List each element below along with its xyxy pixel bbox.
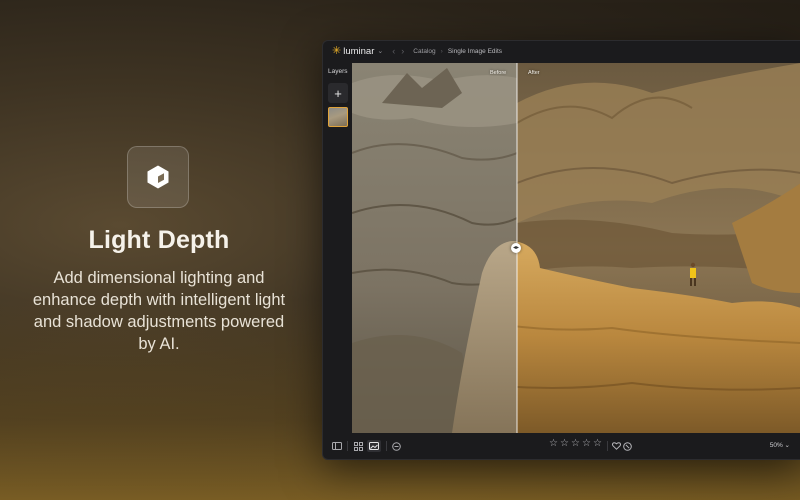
single-view-icon <box>369 442 379 450</box>
chevron-down-icon: ⌄ <box>377 48 384 55</box>
forward-arrow-icon[interactable]: › <box>401 46 404 56</box>
reject-icon <box>622 441 632 451</box>
after-label: After <box>528 70 540 76</box>
breadcrumb-current[interactable]: Single Image Edits <box>448 48 502 55</box>
sidebar-toggle-button[interactable] <box>331 440 343 452</box>
split-handle[interactable]: ◂▸ <box>511 243 521 253</box>
chevron-down-icon: ⌄ <box>784 442 790 449</box>
breadcrumb-separator: › <box>440 47 443 55</box>
heart-icon <box>611 442 621 450</box>
zoom-level: 50% <box>769 442 783 449</box>
star-icon[interactable]: ☆ <box>560 439 569 449</box>
depth-cube-icon <box>147 165 169 189</box>
star-icon[interactable]: ☆ <box>549 439 558 449</box>
toolbar-divider <box>607 441 608 451</box>
layer-thumbnail[interactable] <box>328 107 348 127</box>
layers-panel: Layers + <box>323 63 351 433</box>
before-label: Before <box>490 70 507 76</box>
back-arrow-icon[interactable]: ‹ <box>392 46 395 56</box>
feature-hero: Light Depth Add dimensional lighting and… <box>30 0 288 500</box>
title-bar: ✳ luminar ⌄ ‹ › Catalog › Single Image E… <box>323 41 800 61</box>
plus-icon: + <box>334 85 342 101</box>
star-icon[interactable]: ☆ <box>593 439 602 449</box>
sidebar-icon <box>332 442 342 450</box>
star-icon[interactable]: ☆ <box>582 439 591 449</box>
landscape-photo <box>352 63 800 433</box>
star-icon[interactable]: ☆ <box>571 439 580 449</box>
app-logo-menu[interactable]: ✳ luminar ⌄ <box>332 44 384 57</box>
rating-stars[interactable]: ☆ ☆ ☆ ☆ ☆ <box>549 439 602 449</box>
feature-icon-tile <box>127 146 189 208</box>
app-logo-text: luminar <box>343 45 375 57</box>
grid-view-button[interactable] <box>352 440 364 452</box>
reject-button[interactable] <box>621 440 633 452</box>
compare-icon <box>391 441 401 451</box>
add-layer-button[interactable]: + <box>328 83 348 103</box>
toolbar-divider <box>347 441 348 451</box>
bottom-toolbar: ☆ ☆ ☆ ☆ ☆ 50% ⌄ <box>323 433 800 459</box>
toolbar-divider <box>386 441 387 451</box>
feature-description: Add dimensional lighting and enhance dep… <box>32 269 286 353</box>
layers-label: Layers <box>328 68 348 75</box>
sparkle-logo-icon: ✳ <box>332 44 342 57</box>
breadcrumb-catalog[interactable]: Catalog <box>413 48 435 55</box>
grid-view-icon <box>353 441 363 451</box>
image-canvas[interactable]: Before After ◂▸ <box>352 63 800 433</box>
zoom-level-dropdown[interactable]: 50% ⌄ <box>770 441 790 449</box>
compare-button[interactable] <box>390 440 402 452</box>
feature-title: Light Depth <box>88 226 230 254</box>
app-window: ✳ luminar ⌄ ‹ › Catalog › Single Image E… <box>322 40 800 460</box>
single-view-button[interactable] <box>367 440 381 452</box>
